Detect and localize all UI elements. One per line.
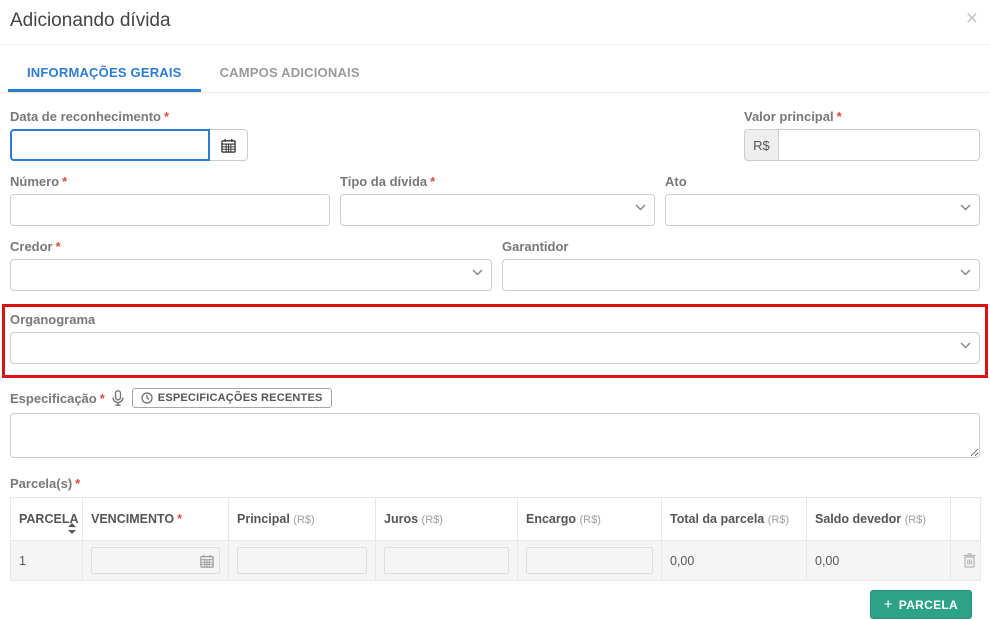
label-data-reconhecimento: Data de reconhecimento *: [10, 109, 170, 124]
modal-header: Adicionando dívida ×: [0, 0, 990, 45]
required-asterisk: *: [836, 109, 842, 124]
currency-prefix: R$: [744, 129, 778, 161]
numero-input[interactable]: [10, 194, 330, 226]
calendar-button[interactable]: [210, 129, 248, 161]
credor-select[interactable]: [10, 259, 492, 291]
saldo-devedor-value: 0,00: [806, 540, 951, 581]
total-parcela-value: 0,00: [661, 540, 807, 581]
encargo-input[interactable]: [526, 547, 653, 574]
required-asterisk: *: [75, 476, 81, 491]
label-organograma: Organograma: [10, 312, 96, 327]
column-header-actions: [950, 497, 981, 541]
table-row: 1 0,00 0,00: [10, 540, 981, 581]
close-icon[interactable]: ×: [966, 8, 978, 29]
tab-informacoes-gerais[interactable]: INFORMAÇÕES GERAIS: [8, 57, 201, 92]
juros-input[interactable]: [384, 547, 509, 574]
required-asterisk: *: [164, 109, 170, 124]
especificacoes-recentes-button[interactable]: ESPECIFICAÇÕES RECENTES: [131, 388, 332, 408]
organograma-highlight-annotation: Organograma: [2, 304, 988, 378]
add-parcela-button[interactable]: + PARCELA: [869, 590, 972, 619]
label-garantidor: Garantidor: [502, 239, 569, 254]
page-title: Adicionando dívida: [10, 10, 171, 31]
clock-icon: [141, 392, 153, 404]
delete-row-button[interactable]: [959, 549, 980, 572]
column-header-vencimento: VENCIMENTO *: [82, 497, 229, 541]
ato-select[interactable]: [665, 194, 980, 226]
organograma-select[interactable]: [10, 332, 980, 364]
form-body: Data de reconhecimento * Valor principal *…: [0, 93, 990, 619]
parcela-number-cell: 1: [10, 540, 83, 581]
column-header-parcela[interactable]: PARCELA: [10, 497, 83, 541]
tipo-divida-select[interactable]: [340, 194, 655, 226]
especificacao-textarea[interactable]: [10, 413, 980, 458]
label-credor: Credor *: [10, 239, 61, 254]
vencimento-input[interactable]: [91, 547, 220, 574]
column-header-saldo-devedor: Saldo devedor (R$): [806, 497, 951, 541]
label-ato: Ato: [665, 174, 687, 189]
required-asterisk: *: [430, 174, 436, 189]
garantidor-select[interactable]: [502, 259, 980, 291]
label-especificacao: Especificação *: [10, 390, 105, 406]
required-asterisk: *: [99, 390, 105, 406]
sort-icon: [68, 523, 76, 534]
add-debt-modal: Adicionando dívida × INFORMAÇÕES GERAIS …: [0, 0, 990, 619]
label-parcelas: Parcela(s) *: [10, 476, 81, 491]
parcelas-table: PARCELA VENCIMENTO * Principal (R$) Juros…: [10, 497, 981, 581]
required-asterisk: *: [55, 239, 61, 254]
column-header-encargo: Encargo (R$): [517, 497, 662, 541]
valor-principal-input[interactable]: [777, 129, 980, 161]
trash-icon: [963, 553, 976, 568]
column-header-juros: Juros (R$): [375, 497, 518, 541]
column-header-total-parcela: Total da parcela (R$): [661, 497, 807, 541]
microphone-icon[interactable]: [112, 390, 124, 406]
principal-input[interactable]: [237, 547, 367, 574]
label-numero: Número *: [10, 174, 68, 189]
label-tipo-divida: Tipo da dívida *: [340, 174, 436, 189]
tab-campos-adicionais[interactable]: CAMPOS ADICIONAIS: [201, 57, 379, 92]
required-asterisk: *: [62, 174, 68, 189]
calendar-icon: [221, 138, 236, 153]
label-valor-principal: Valor principal *: [744, 109, 842, 124]
tab-bar: INFORMAÇÕES GERAIS CAMPOS ADICIONAIS: [0, 57, 990, 93]
column-header-principal: Principal (R$): [228, 497, 376, 541]
data-reconhecimento-input[interactable]: [10, 129, 210, 161]
required-asterisk: *: [177, 512, 182, 526]
plus-icon: +: [883, 596, 893, 613]
